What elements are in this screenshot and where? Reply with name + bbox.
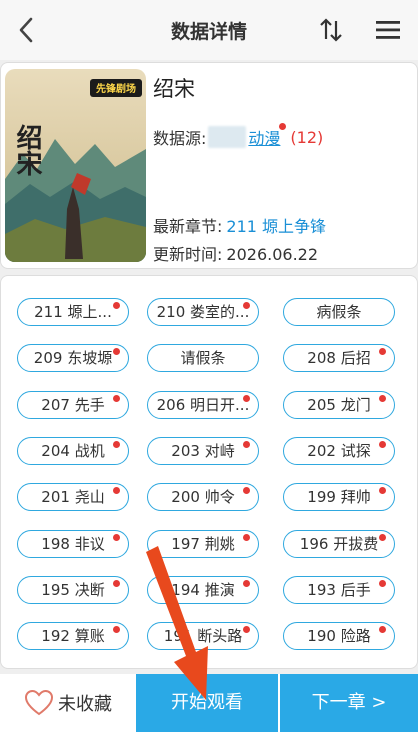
chapter-chip[interactable]: 195 决断 xyxy=(17,576,129,604)
book-info-card: 先锋剧场 绍宋 绍宋 数据源: 动漫 (12) 最新章节: 211 塬上争锋 更新… xyxy=(0,62,418,269)
chapter-label: 203 对峙 xyxy=(171,442,235,460)
chapter-label: 207 先手 xyxy=(41,396,105,414)
book-cover-image[interactable]: 先锋剧场 绍宋 xyxy=(5,69,146,262)
update-time-row: 更新时间: 2026.06.22 xyxy=(153,241,318,265)
new-dot-icon xyxy=(243,534,250,541)
source-link[interactable]: 动漫 xyxy=(248,123,287,149)
new-dot-icon xyxy=(379,395,386,402)
chapter-list-card: 211 塬上... 210 娄室的... 病假条 209 东坡塬 请假条 208 后招 20… xyxy=(0,275,418,669)
chapter-label: 206 明日开... xyxy=(156,396,250,414)
chapter-chip[interactable]: 202 试探 xyxy=(283,437,395,465)
new-dot-icon xyxy=(243,487,250,494)
new-dot-icon xyxy=(243,626,250,633)
chapter-chip[interactable]: 206 明日开... xyxy=(147,391,259,419)
sort-icon[interactable] xyxy=(318,17,344,43)
book-title: 绍宋 xyxy=(153,77,195,101)
chapter-chip[interactable]: 197 荆姚 xyxy=(147,530,259,558)
chapter-chip[interactable]: 194 推演 xyxy=(147,576,259,604)
cover-logo: 先锋剧场 xyxy=(96,82,136,95)
chapter-label: 210 娄室的... xyxy=(156,303,250,321)
chapter-label: 201 尧山 xyxy=(41,488,105,506)
chapter-chip[interactable]: 200 帅令 xyxy=(147,483,259,511)
chapter-label: 202 试探 xyxy=(307,442,371,460)
chapter-label: 病假条 xyxy=(316,303,362,321)
chapter-label: 200 帅令 xyxy=(171,488,235,506)
chapter-label: 197 荆姚 xyxy=(171,535,235,553)
chapter-chip[interactable]: 209 东坡塬 xyxy=(17,344,129,372)
latest-chapter-row[interactable]: 最新章节: 211 塬上争锋 xyxy=(153,213,326,237)
chapter-chip[interactable]: 199 拜帅 xyxy=(283,483,395,511)
new-dot-icon xyxy=(243,580,250,587)
chapter-label: 190 险路 xyxy=(307,627,371,645)
new-dot-icon xyxy=(379,580,386,587)
chapter-chip[interactable]: 190 险路 xyxy=(283,622,395,650)
new-dot-icon xyxy=(379,626,386,633)
new-dot-icon xyxy=(379,534,386,541)
chapter-label: 194 推演 xyxy=(171,581,235,599)
chapter-chip[interactable]: 208 后招 xyxy=(283,344,395,372)
update-time-label: 更新时间: xyxy=(153,245,223,264)
new-dot-icon xyxy=(113,487,120,494)
chapter-label: 195 决断 xyxy=(41,581,105,599)
chapter-label: 199 拜帅 xyxy=(307,488,371,506)
new-dot-icon xyxy=(379,487,386,494)
new-dot-icon xyxy=(113,580,120,587)
chapter-chip[interactable]: 205 龙门 xyxy=(283,391,395,419)
start-watching-button[interactable]: 开始观看 xyxy=(136,674,278,732)
chapter-chip[interactable]: 196 开拔费 xyxy=(283,530,395,558)
menu-icon[interactable] xyxy=(375,19,401,41)
chapter-chip[interactable]: 198 非议 xyxy=(17,530,129,558)
chapter-chip[interactable]: 207 先手 xyxy=(17,391,129,419)
source-name: 动漫 xyxy=(248,129,281,148)
top-bar: 数据详情 xyxy=(0,0,418,60)
new-dot-icon xyxy=(279,123,287,130)
latest-chapter-label: 最新章节: xyxy=(153,217,223,236)
new-dot-icon xyxy=(379,441,386,448)
bottom-action-bar: 未收藏 开始观看 下一章 > xyxy=(0,674,418,732)
chapter-label: 193 后手 xyxy=(307,581,371,599)
blurred-source-prefix xyxy=(208,126,247,148)
next-chapter-button[interactable]: 下一章 > xyxy=(280,674,418,732)
chapter-label: 209 东坡塬 xyxy=(33,349,113,367)
chapter-label: 205 龙门 xyxy=(307,396,371,414)
new-dot-icon xyxy=(113,395,120,402)
chapter-label: 196 开拔费 xyxy=(299,535,379,553)
new-dot-icon xyxy=(243,302,250,309)
favorite-label: 未收藏 xyxy=(58,694,112,715)
new-dot-icon xyxy=(113,348,120,355)
chapter-label: 192 算账 xyxy=(41,627,105,645)
new-dot-icon xyxy=(113,302,120,309)
cover-title-art: 绍宋 xyxy=(12,124,42,176)
chapter-label: 208 后招 xyxy=(307,349,371,367)
heart-outline-icon xyxy=(24,689,54,716)
source-row: 数据源: 动漫 (12) xyxy=(153,123,324,149)
chapter-chip[interactable]: 191 断头路 xyxy=(147,622,259,650)
chapter-chip[interactable]: 病假条 xyxy=(283,298,395,326)
new-dot-icon xyxy=(379,348,386,355)
chapter-chip[interactable]: 192 算账 xyxy=(17,622,129,650)
source-label: 数据源: xyxy=(153,129,207,148)
latest-chapter-value[interactable]: 211 塬上争锋 xyxy=(226,217,326,236)
new-dot-icon xyxy=(113,441,120,448)
chapter-label: 198 非议 xyxy=(41,535,105,553)
new-dot-icon xyxy=(113,626,120,633)
chapter-chip[interactable]: 211 塬上... xyxy=(17,298,129,326)
favorite-button[interactable]: 未收藏 xyxy=(0,674,136,732)
chapter-label: 191 断头路 xyxy=(163,627,243,645)
update-time-value: 2026.06.22 xyxy=(226,245,319,264)
chapter-chip[interactable]: 193 后手 xyxy=(283,576,395,604)
new-dot-icon xyxy=(243,441,250,448)
chapter-chip[interactable]: 请假条 xyxy=(147,344,259,372)
source-count: (12) xyxy=(290,127,324,147)
page-title: 数据详情 xyxy=(170,21,247,43)
new-dot-icon xyxy=(243,395,250,402)
new-dot-icon xyxy=(113,534,120,541)
chapter-chip[interactable]: 201 尧山 xyxy=(17,483,129,511)
chapter-label: 请假条 xyxy=(180,349,226,367)
chapter-label: 211 塬上... xyxy=(34,303,112,321)
chapter-chip[interactable]: 204 战机 xyxy=(17,437,129,465)
chapter-label: 204 战机 xyxy=(41,442,105,460)
chapter-chip[interactable]: 203 对峙 xyxy=(147,437,259,465)
chapter-chip[interactable]: 210 娄室的... xyxy=(147,298,259,326)
